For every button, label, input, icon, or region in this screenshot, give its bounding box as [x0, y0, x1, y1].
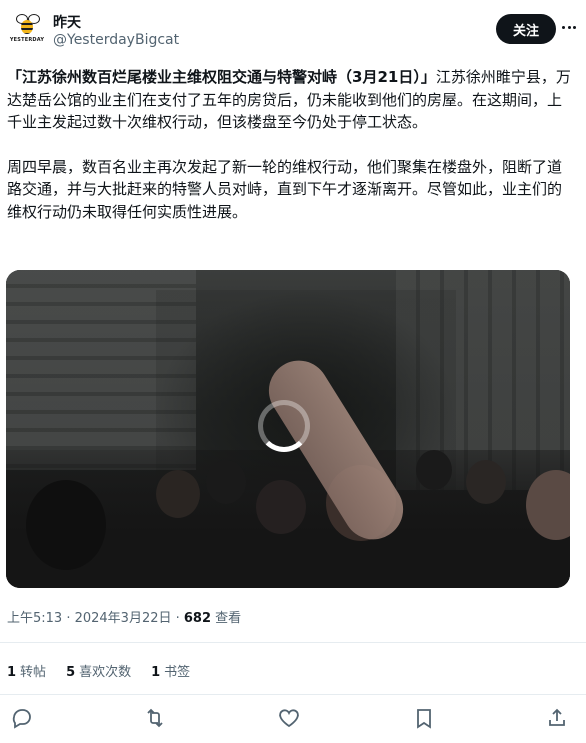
- divider: [0, 642, 586, 643]
- tweet-paragraph-2: 周四早晨，数百名业主再次发起了新一轮的维权行动，他们聚集在楼盘外，阻断了道路交通…: [7, 157, 563, 221]
- tweet-meta: 上午5:13 · 2024年3月22日 · 682 查看: [7, 607, 241, 626]
- retweet-icon[interactable]: [143, 706, 167, 730]
- reply-icon[interactable]: [10, 706, 34, 730]
- video-player[interactable]: [6, 270, 570, 588]
- like-stat[interactable]: 5 喜欢次数: [66, 661, 131, 680]
- heart-icon[interactable]: [277, 706, 301, 730]
- loading-spinner-icon: [258, 400, 310, 452]
- author-name[interactable]: 昨天: [53, 12, 81, 32]
- bookmark-stat[interactable]: 1 书签: [151, 661, 190, 680]
- tweet-header: YESTERDAY 昨天 @YesterdayBigcat 关注: [10, 10, 576, 54]
- action-bar: [10, 706, 570, 730]
- bee-logo-icon: [13, 13, 41, 36]
- tweet-paragraph-1: 「江苏徐州数百烂尾楼业主维权阻交通与特警对峙（3月21日）」江苏徐州睢宁县，万达…: [7, 66, 575, 134]
- bookmark-icon[interactable]: [412, 706, 436, 730]
- retweet-stat[interactable]: 1 转帖: [7, 661, 46, 680]
- video-crowd: [6, 450, 570, 588]
- follow-button[interactable]: 关注: [496, 14, 556, 44]
- tweet-title: 「江苏徐州数百烂尾楼业主维权阻交通与特警对峙（3月21日）」: [7, 68, 436, 86]
- more-icon[interactable]: [562, 20, 576, 34]
- avatar[interactable]: YESTERDAY: [10, 10, 44, 46]
- tweet-timestamp[interactable]: 上午5:13 · 2024年3月22日 ·: [7, 611, 184, 626]
- author-handle[interactable]: @YesterdayBigcat: [53, 32, 179, 48]
- tweet-text: 「江苏徐州数百烂尾楼业主维权阻交通与特警对峙（3月21日）」江苏徐州睢宁县，万达…: [7, 66, 575, 223]
- tweet-stats: 1 转帖 5 喜欢次数 1 书签: [7, 661, 190, 680]
- view-label: 查看: [211, 611, 242, 626]
- share-icon[interactable]: [545, 706, 569, 730]
- avatar-logo-text: YESTERDAY: [9, 36, 45, 43]
- view-count: 682: [183, 611, 212, 626]
- divider: [0, 694, 586, 695]
